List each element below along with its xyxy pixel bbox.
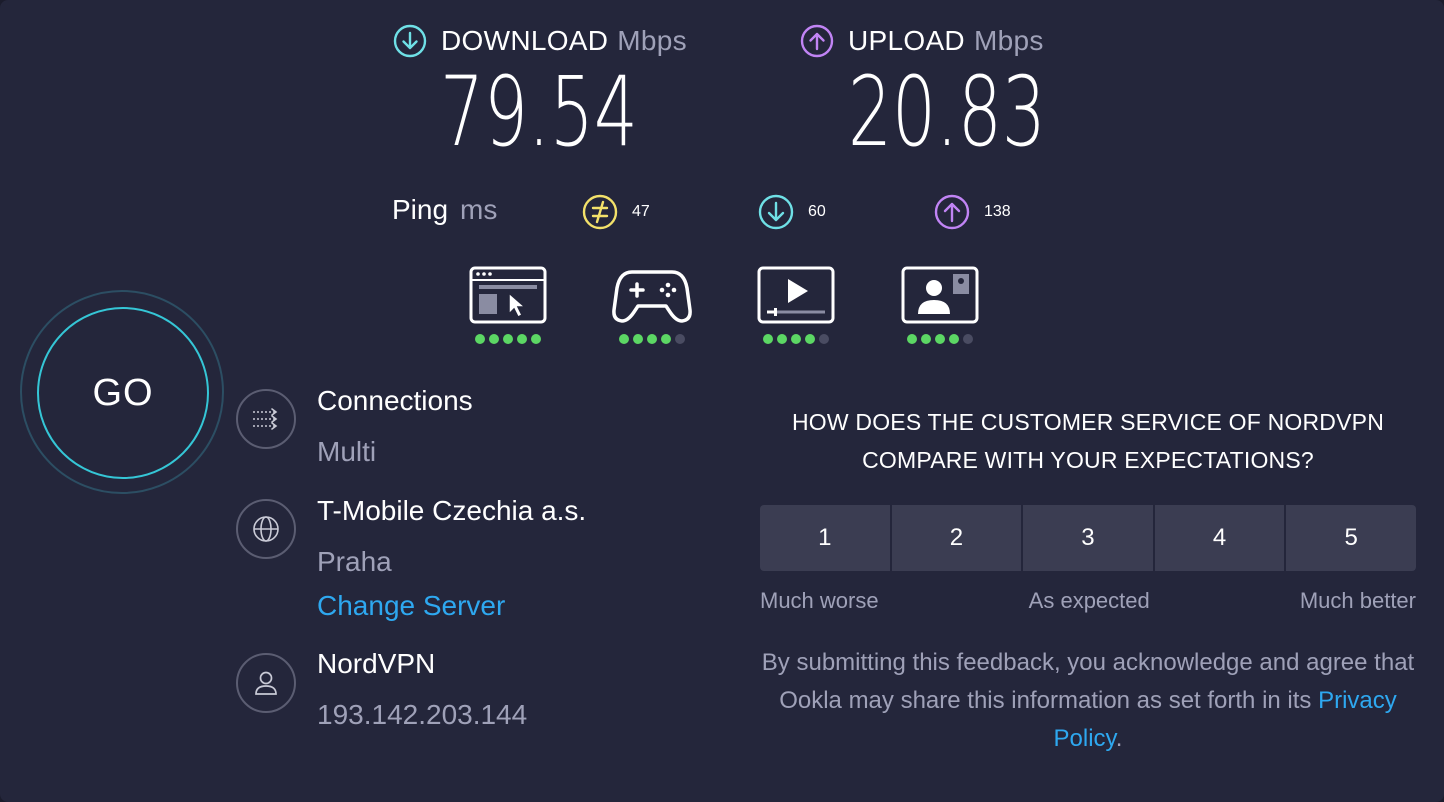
disclaimer-period: . — [1115, 725, 1123, 752]
rating-option-1[interactable]: 1 — [760, 505, 890, 571]
rating-option-5[interactable]: 5 — [1286, 505, 1416, 571]
rating-dot-empty — [675, 334, 685, 344]
upload-label: UPLOAD — [848, 25, 965, 56]
scale-high-label: Much better — [1299, 588, 1416, 613]
download-unit: Mbps — [617, 25, 687, 56]
rating-dot-filled — [531, 334, 541, 344]
download-latency-icon — [758, 194, 794, 230]
rating-dot-filled — [517, 334, 527, 344]
rating-dot-filled — [777, 334, 787, 344]
scale-low-label: Much worse — [760, 588, 879, 613]
ping-label: Ping — [392, 194, 449, 225]
activity-video-streaming — [756, 266, 836, 344]
user-icon — [255, 671, 277, 695]
ping-idle-value: 47 — [632, 203, 650, 220]
rating-dot-filled — [489, 334, 499, 344]
rating-dot-filled — [647, 334, 657, 344]
gaming-icon — [612, 270, 692, 323]
ping-upload-value: 138 — [984, 203, 1011, 220]
provider-title: NordVPN — [317, 648, 436, 679]
activity-gaming — [612, 266, 692, 344]
survey-rating-options: 1 2 3 4 5 — [760, 505, 1416, 571]
activity-web-browsing — [468, 266, 548, 344]
survey-disclaimer: By submitting this feedback, you acknowl… — [760, 644, 1416, 758]
activity-rating-dots — [763, 334, 829, 344]
activity-rating-dots — [475, 334, 541, 344]
ping-unit: ms — [460, 194, 498, 225]
download-header: DOWNLOAD Mbps — [393, 24, 687, 58]
rating-dot-empty — [819, 334, 829, 344]
rating-dot-filled — [935, 334, 945, 344]
provider-ip: 193.142.203.144 — [317, 699, 528, 730]
activity-video-chat — [900, 266, 980, 344]
rating-scale-labels: Much worse As expected Much better — [760, 588, 1416, 614]
rating-dot-empty — [963, 334, 973, 344]
idle-latency-icon — [582, 194, 618, 230]
download-label: DOWNLOAD — [441, 25, 609, 56]
connections-icon — [253, 408, 278, 430]
web-browsing-icon — [469, 266, 547, 324]
upload-latency-icon — [934, 194, 970, 230]
change-server-link[interactable]: Change Server — [317, 590, 505, 622]
connections-value: Multi — [317, 436, 377, 467]
download-icon — [393, 24, 427, 58]
rating-dot-filled — [503, 334, 513, 344]
upload-header: UPLOAD Mbps — [800, 24, 1044, 58]
rating-dot-filled — [791, 334, 801, 344]
rating-option-3[interactable]: 3 — [1023, 505, 1153, 571]
server-location: Praha — [317, 546, 392, 577]
rating-dot-filled — [763, 334, 773, 344]
rating-option-4[interactable]: 4 — [1154, 505, 1285, 571]
ping-label-group: Ping ms — [392, 194, 497, 226]
ping-upload: 138 — [934, 194, 1011, 230]
ping-download-value: 60 — [808, 203, 826, 220]
globe-icon — [253, 516, 279, 542]
rating-dot-filled — [475, 334, 485, 344]
video-streaming-icon — [757, 266, 835, 324]
server-title: T-Mobile Czechia a.s. — [317, 495, 587, 526]
rating-dot-filled — [619, 334, 629, 344]
rating-option-2[interactable]: 2 — [891, 505, 1022, 571]
activity-rating-dots — [907, 334, 973, 344]
upload-unit: Mbps — [973, 25, 1044, 56]
provider-icon-wrapper — [236, 653, 296, 713]
speedtest-result-panel: DOWNLOAD Mbps 79.54 UPLOAD Mbps 20.83 Pi… — [0, 0, 1444, 802]
scale-mid-label: As expected — [1028, 588, 1150, 613]
rating-dot-filled — [661, 334, 671, 344]
server-icon-wrapper — [236, 499, 296, 559]
upload-value: 20.83 — [848, 56, 1046, 168]
rating-dot-filled — [633, 334, 643, 344]
rating-dot-filled — [907, 334, 917, 344]
disclaimer-text: By submitting this feedback, you acknowl… — [761, 649, 1415, 714]
connections-icon-wrapper — [236, 389, 296, 449]
ping-download: 60 — [758, 194, 826, 230]
video-chat-icon — [901, 266, 979, 324]
go-button[interactable]: GO — [37, 307, 209, 479]
rating-dot-filled — [805, 334, 815, 344]
activity-rating-dots — [619, 334, 685, 344]
download-value: 79.54 — [440, 56, 638, 168]
rating-dot-filled — [921, 334, 931, 344]
connections-title: Connections — [317, 385, 473, 416]
upload-icon — [800, 24, 834, 58]
survey-question: HOW DOES THE CUSTOMER SERVICE OF NORDVPN… — [791, 409, 1385, 473]
ping-idle: 47 — [582, 194, 650, 230]
rating-dot-filled — [949, 334, 959, 344]
